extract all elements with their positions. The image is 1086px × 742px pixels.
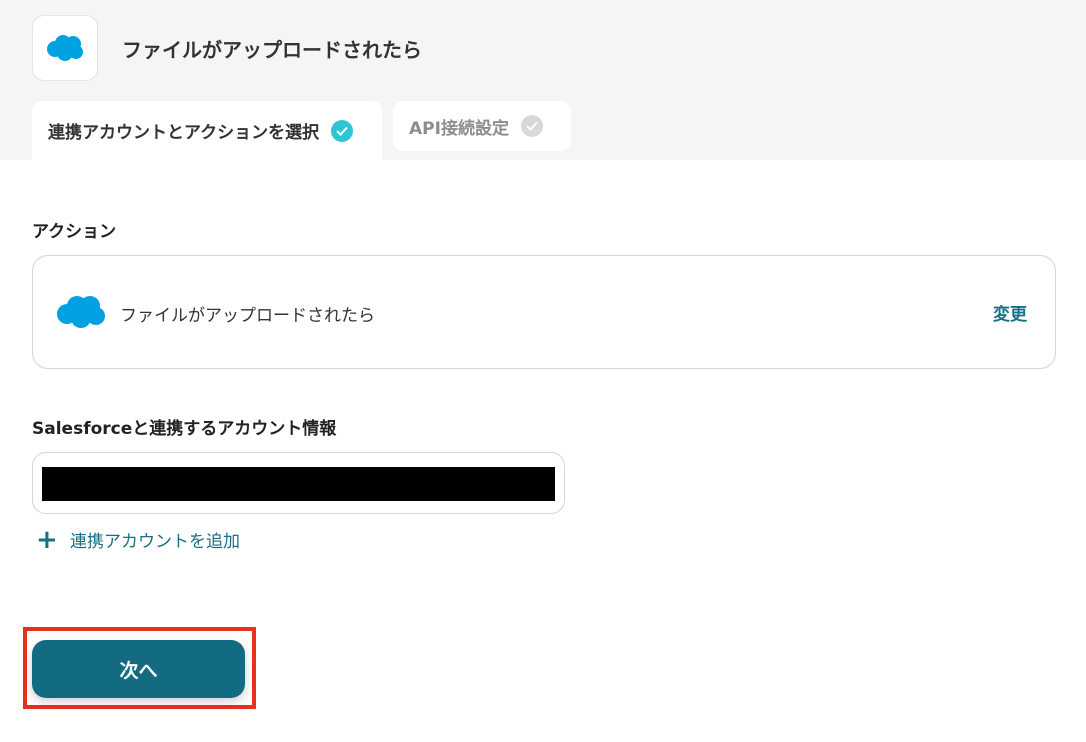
add-account-link[interactable]: + 連携アカウントを追加 <box>36 524 240 555</box>
next-button[interactable]: 次へ <box>32 640 245 698</box>
check-circle-icon <box>520 115 543 137</box>
redacted-account-value <box>42 467 555 501</box>
add-account-label: 連携アカウントを追加 <box>70 532 240 552</box>
page-title: ファイルがアップロードされたら <box>122 38 422 62</box>
salesforce-cloud-icon <box>57 296 105 328</box>
action-name: ファイルがアップロードされたら <box>120 306 375 326</box>
action-card: ファイルがアップロードされたら 変更 <box>32 255 1056 369</box>
tab-api-settings[interactable]: API接続設定 <box>393 101 571 151</box>
action-section-label: アクション <box>32 222 117 242</box>
account-section-label: Salesforceと連携するアカウント情報 <box>32 419 337 439</box>
plus-icon: + <box>36 524 58 555</box>
account-select[interactable] <box>32 452 565 514</box>
salesforce-app-icon <box>32 15 98 81</box>
salesforce-cloud-icon <box>47 35 83 61</box>
tab-label: API接続設定 <box>409 118 509 139</box>
change-action-link[interactable]: 変更 <box>993 300 1027 325</box>
check-circle-icon <box>331 119 354 142</box>
tab-select-account-action[interactable]: 連携アカウントとアクションを選択 <box>32 101 382 160</box>
tab-label: 連携アカウントとアクションを選択 <box>48 123 320 143</box>
